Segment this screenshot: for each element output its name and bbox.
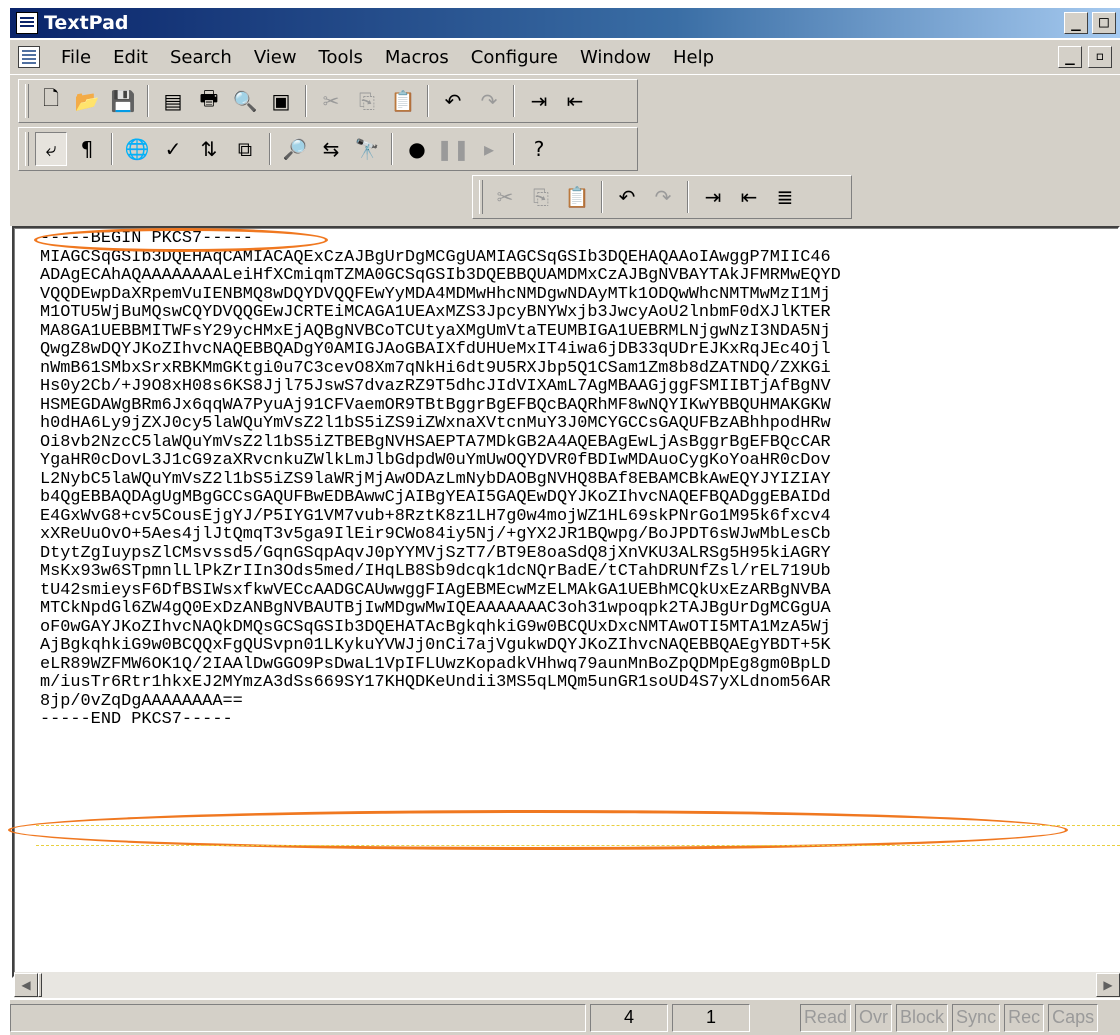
menu-bar: File Edit Search View Tools Macros Configure Wi… bbox=[10, 40, 1120, 74]
horizontal-scrollbar[interactable]: ◀ ▶ bbox=[14, 972, 1120, 998]
status-flag-rec: Rec bbox=[1004, 1003, 1045, 1032]
toolbar-separator bbox=[111, 133, 113, 165]
menu-file[interactable]: File bbox=[50, 47, 102, 68]
redo-icon[interactable]: ↷ bbox=[647, 180, 679, 214]
redo-icon[interactable]: ↷ bbox=[473, 84, 505, 118]
menu-configure[interactable]: Configure bbox=[460, 47, 569, 68]
menu-window[interactable]: Window bbox=[569, 47, 662, 68]
cut-icon[interactable]: ✂ bbox=[489, 180, 521, 214]
menu-help[interactable]: Help bbox=[662, 47, 725, 68]
print-preview-icon[interactable]: 🔍 bbox=[229, 84, 261, 118]
toolbar-grip[interactable] bbox=[479, 180, 483, 214]
sort-icon[interactable]: ⇅ bbox=[193, 132, 225, 166]
tools-toolbar: ⤶ ¶ 🌐 ✓ ⇅ ⧉ 🔎 ⇆ 🔭 ● ❚❚ ▸? bbox=[18, 127, 638, 171]
word-wrap-icon[interactable]: ⤶ bbox=[35, 132, 67, 166]
textpad-app-icon[interactable] bbox=[16, 12, 38, 34]
compare-icon[interactable]: ⧉ bbox=[229, 132, 261, 166]
paste-icon[interactable]: 📋 bbox=[387, 84, 419, 118]
toolbar-separator bbox=[513, 133, 515, 165]
column-number: 1 bbox=[672, 1003, 750, 1032]
edit-toolbar: ✂ ⎘ 📋 ↶ ↷ ⇥ ⇤ ≣ bbox=[472, 175, 852, 219]
minimize-button[interactable]: _ bbox=[1064, 12, 1088, 34]
doc-restore-button[interactable]: ▫ bbox=[1088, 46, 1112, 68]
status-spacer bbox=[754, 1004, 796, 1032]
save-icon[interactable]: 💾 bbox=[107, 84, 139, 118]
text-editor[interactable]: -----BEGIN PKCS7----- MIAGCSqGSIb3DQEHAq… bbox=[8, 226, 1120, 978]
outdent-icon[interactable]: ⇤ bbox=[559, 84, 591, 118]
menu-edit[interactable]: Edit bbox=[102, 47, 159, 68]
play-macro-icon[interactable]: ▸ bbox=[473, 132, 505, 166]
web-browser-icon[interactable]: 🌐 bbox=[121, 132, 153, 166]
window-title: TextPad bbox=[44, 12, 129, 34]
scroll-right-button[interactable]: ▶ bbox=[1096, 973, 1120, 997]
outdent-icon[interactable]: ⇤ bbox=[733, 180, 765, 214]
menu-tools[interactable]: Tools bbox=[308, 47, 374, 68]
status-message bbox=[10, 1003, 586, 1032]
copy-icon[interactable]: ⎘ bbox=[351, 84, 383, 118]
replace-icon[interactable]: ⇆ bbox=[315, 132, 347, 166]
open-folder-icon[interactable]: 📂 bbox=[71, 84, 103, 118]
menu-macros[interactable]: Macros bbox=[374, 47, 460, 68]
toolbar-separator bbox=[305, 85, 307, 117]
toolbar-separator bbox=[427, 85, 429, 117]
context-help-icon[interactable]: ? bbox=[523, 132, 555, 166]
begin-marker-highlight bbox=[34, 228, 328, 252]
toolbar-separator bbox=[601, 181, 603, 213]
document-properties-icon[interactable]: ▤ bbox=[157, 84, 189, 118]
cut-icon[interactable]: ✂ bbox=[315, 84, 347, 118]
status-flag-sync: Sync bbox=[952, 1003, 1001, 1032]
manage-files-icon[interactable]: ▣ bbox=[265, 84, 297, 118]
scroll-left-button[interactable]: ◀ bbox=[14, 973, 38, 997]
toolbar-separator bbox=[391, 133, 393, 165]
copy-icon[interactable]: ⎘ bbox=[525, 180, 557, 214]
title-bar: TextPad _ □ bbox=[10, 8, 1120, 38]
doc-minimize-button[interactable]: _ bbox=[1058, 46, 1082, 68]
show-visible-spaces-icon[interactable]: ¶ bbox=[71, 132, 103, 166]
status-flag-caps: Caps bbox=[1048, 1003, 1099, 1032]
status-flag-block: Block bbox=[896, 1003, 949, 1032]
standard-toolbar: 🗋 📂 💾 ▤ 🖶 🔍 ▣ ✂ ⎘ 📋 ↶ ↷ ⇥ ⇤ bbox=[18, 79, 638, 123]
restore-button[interactable]: □ bbox=[1092, 12, 1116, 34]
print-icon[interactable]: 🖶 bbox=[193, 84, 225, 118]
toolbar-separator bbox=[147, 85, 149, 117]
document-icon[interactable] bbox=[18, 46, 40, 68]
new-file-icon[interactable]: 🗋 bbox=[35, 84, 67, 118]
status-bar: 4 1 Read Ovr Block Sync Rec Caps bbox=[10, 1000, 1120, 1035]
toolbar-grip[interactable] bbox=[25, 84, 29, 118]
find-in-files-icon[interactable]: 🔭 bbox=[351, 132, 383, 166]
find-icon[interactable]: 🔎 bbox=[279, 132, 311, 166]
scroll-thumb[interactable] bbox=[38, 973, 42, 997]
pause-macro-icon[interactable]: ❚❚ bbox=[436, 132, 470, 166]
toolbar-separator bbox=[269, 133, 271, 165]
paste-icon[interactable]: 📋 bbox=[561, 180, 593, 214]
line-guide bbox=[36, 825, 1120, 826]
undo-icon[interactable]: ↶ bbox=[437, 84, 469, 118]
status-flag-read: Read bbox=[800, 1003, 852, 1032]
indent-icon[interactable]: ⇥ bbox=[523, 84, 555, 118]
line-guide bbox=[36, 845, 1120, 846]
toolbar-separator bbox=[513, 85, 515, 117]
spell-check-icon[interactable]: ✓ bbox=[157, 132, 189, 166]
menu-search[interactable]: Search bbox=[159, 47, 243, 68]
toolbar-area: 🗋 📂 💾 ▤ 🖶 🔍 ▣ ✂ ⎘ 📋 ↶ ↷ ⇥ ⇤ ⤶ ¶ 🌐 ✓ ⇅ ⧉ 🔎 ⇆ 🔭 ● ❚❚ ▸? ✂ ⎘ 📋 ↶ ↷ ⇥ ⇤ ≣ bbox=[10, 74, 1120, 226]
toolbar-grip[interactable] bbox=[25, 132, 29, 166]
toolbar-separator bbox=[687, 181, 689, 213]
record-macro-icon[interactable]: ● bbox=[401, 132, 433, 166]
menu-view[interactable]: View bbox=[243, 47, 308, 68]
undo-icon[interactable]: ↶ bbox=[611, 180, 643, 214]
block-format-icon[interactable]: ≣ bbox=[769, 180, 801, 214]
indent-icon[interactable]: ⇥ bbox=[697, 180, 729, 214]
status-flag-ovr: Ovr bbox=[855, 1003, 893, 1032]
line-number: 4 bbox=[590, 1003, 668, 1032]
end-marker-highlight bbox=[8, 810, 1068, 850]
editor-content[interactable]: -----BEGIN PKCS7----- MIAGCSqGSIb3DQEHAq… bbox=[40, 229, 841, 730]
